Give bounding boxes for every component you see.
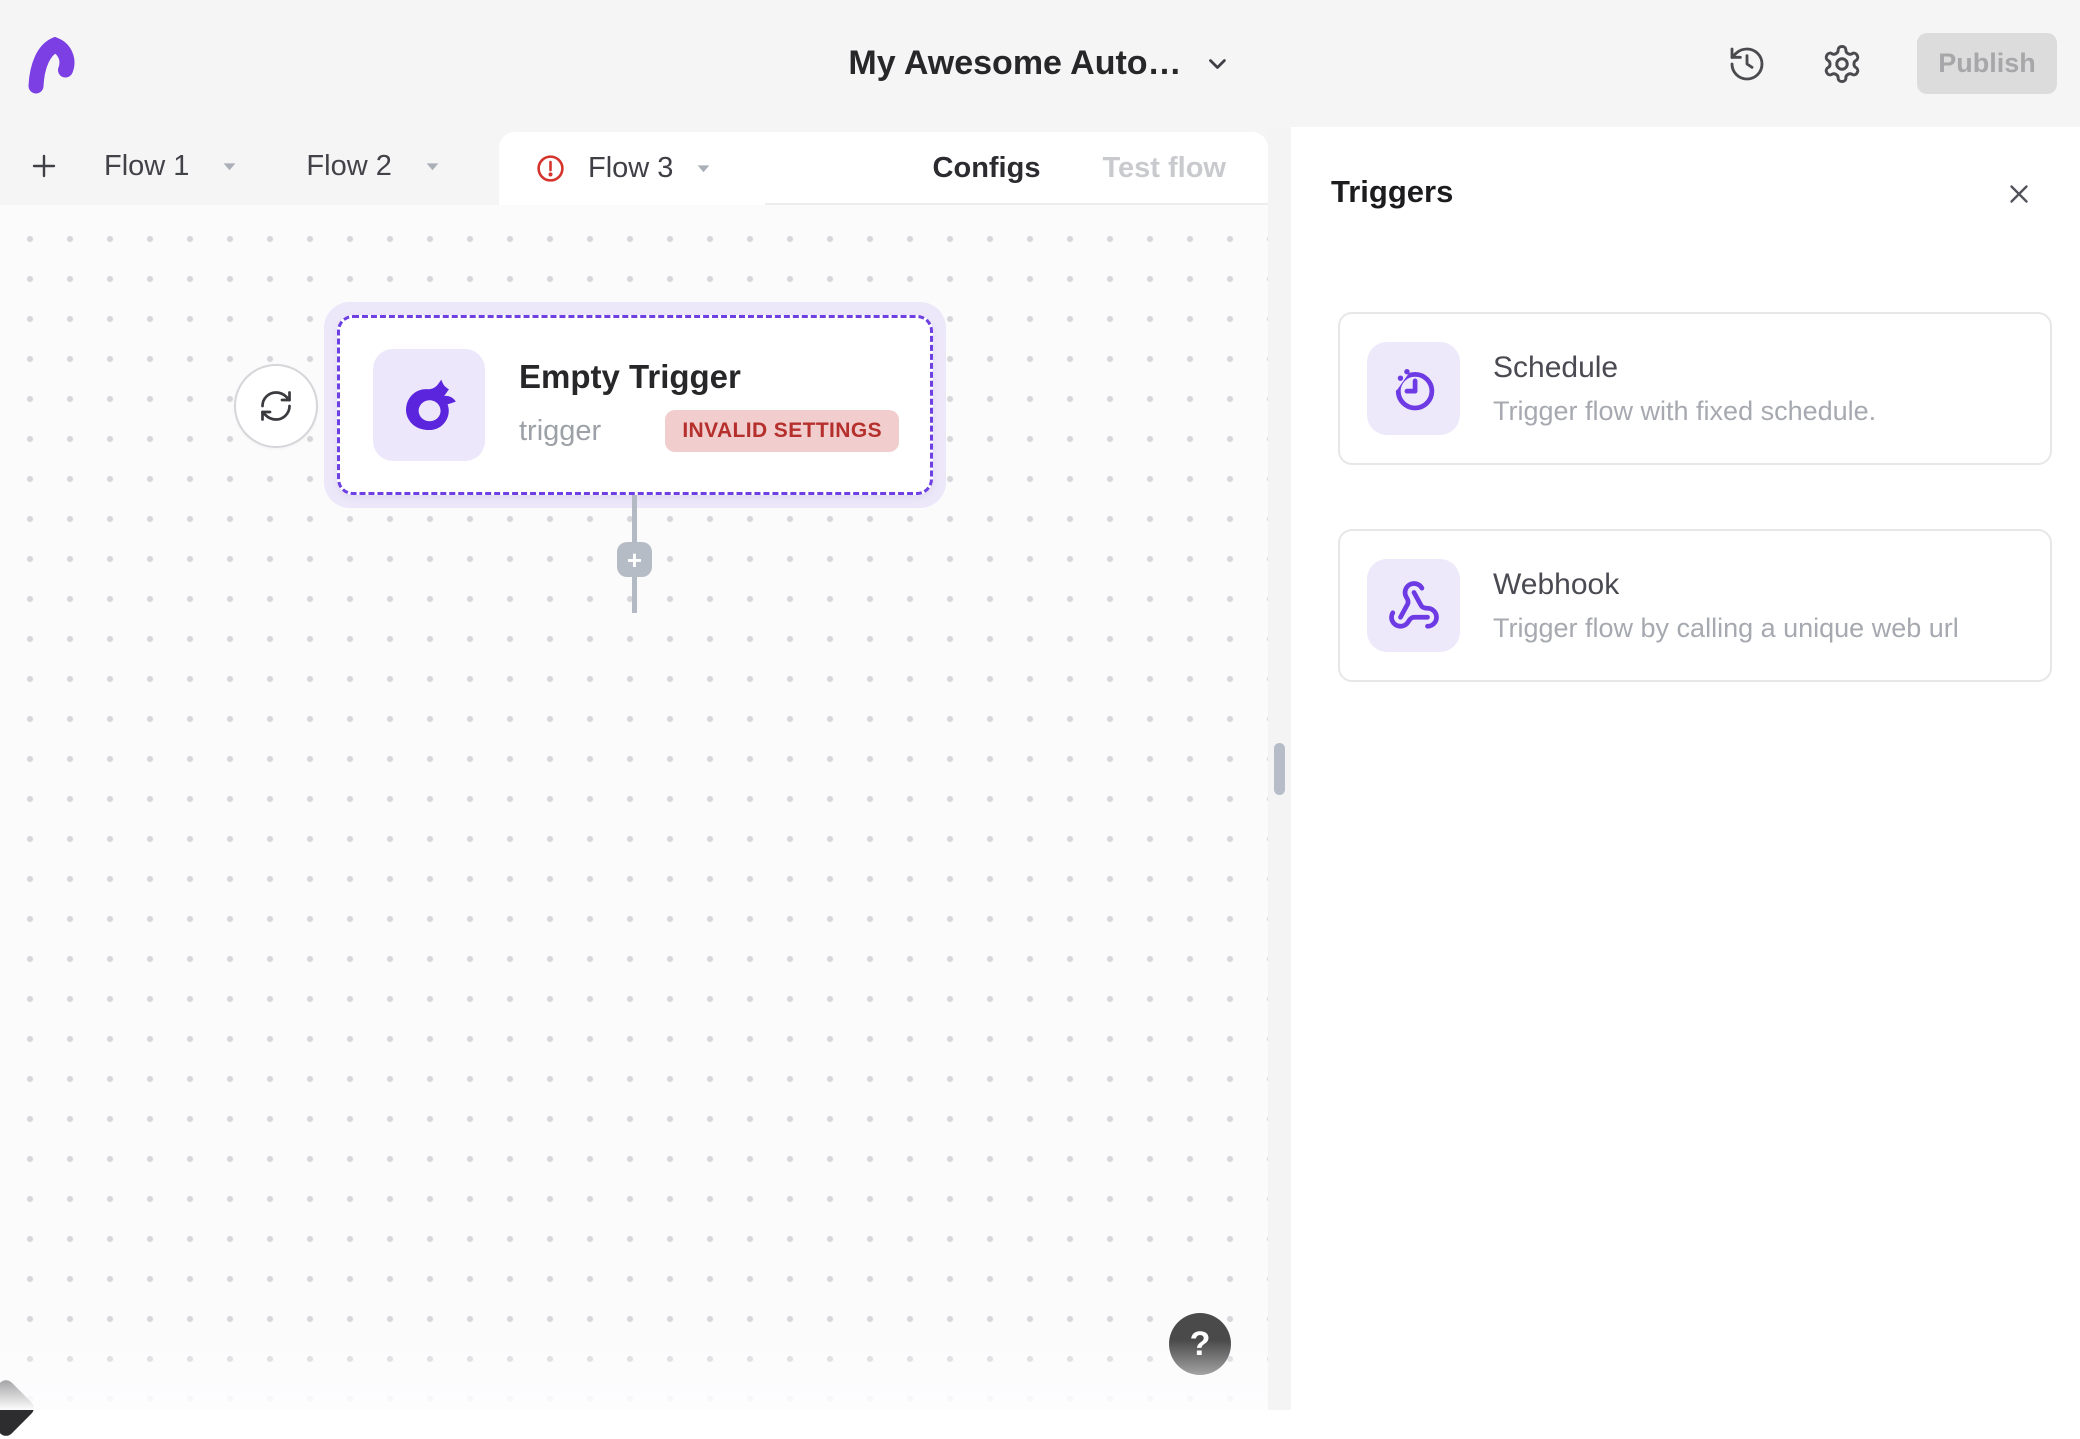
corner-widget-peek [0,1377,37,1439]
trigger-card-title: Webhook [1493,568,1959,602]
chevron-down-icon [1204,50,1232,78]
gear-icon [1821,43,1863,85]
tab-flow-1[interactable]: Flow 1 [70,127,272,205]
flow-title: My Awesome Auto… [848,44,1181,83]
trigger-card-title: Schedule [1493,351,1876,385]
schedule-icon-tile [1367,342,1460,435]
canvas-scrollbar-track [1268,127,1291,1410]
refresh-icon [258,388,294,424]
plus-icon [27,149,61,183]
canvas-scrollbar-thumb[interactable] [1274,743,1285,795]
invalid-warning-icon [535,153,566,184]
refresh-trigger-button[interactable] [234,364,318,448]
panel-title: Triggers [1331,174,1453,210]
publish-button[interactable]: Publish [1917,33,2057,94]
trigger-option-schedule[interactable]: Schedule Trigger flow with fixed schedul… [1338,312,2052,465]
triggers-panel: Triggers Schedule Trigger flow with fixe… [1291,127,2080,1410]
tab-test-flow[interactable]: Test flow [1102,152,1226,185]
flow-tab-bar: Flow 1 Flow 2 Flow 3 Configs Test flow [0,127,1268,205]
webhook-icon-tile [1367,559,1460,652]
trigger-card-description: Trigger flow by calling a unique web url [1493,613,1959,644]
trigger-node-subtitle: trigger [519,415,601,448]
chevron-down-icon[interactable] [424,160,441,173]
tab-flow-3[interactable]: Flow 3 [499,152,712,185]
tab-flow-2[interactable]: Flow 2 [272,127,474,205]
history-button[interactable] [1727,44,1767,84]
add-step-button[interactable]: + [617,542,652,577]
tab-configs[interactable]: Configs [933,152,1041,185]
flow-title-dropdown[interactable]: My Awesome Auto… [848,0,1231,127]
flame-icon [396,372,462,438]
webhook-icon [1387,579,1441,633]
history-icon [1727,44,1767,84]
clock-icon [1388,363,1440,415]
chevron-down-icon[interactable] [221,160,238,173]
invalid-settings-badge: INVALID SETTINGS [665,410,899,452]
trigger-card-description: Trigger flow with fixed schedule. [1493,396,1876,427]
tab-label: Flow 2 [306,150,391,183]
add-flow-button[interactable] [18,140,70,192]
close-icon [2004,179,2034,209]
app-header: My Awesome Auto… Publish [0,0,2080,127]
tab-label: Flow 1 [104,150,189,183]
settings-button[interactable] [1821,43,1863,85]
help-button[interactable]: ? [1169,1313,1231,1375]
trigger-option-webhook[interactable]: Webhook Trigger flow by calling a unique… [1338,529,2052,682]
trigger-node-icon-tile [373,349,485,461]
chevron-down-icon[interactable] [695,162,712,175]
tab-label: Flow 3 [588,152,673,185]
trigger-node-title: Empty Trigger [519,358,899,396]
flow-canvas[interactable]: Empty Trigger trigger INVALID SETTINGS +… [0,205,1268,1410]
close-panel-button[interactable] [2004,179,2034,209]
logo-icon [22,32,86,96]
trigger-node[interactable]: Empty Trigger trigger INVALID SETTINGS [337,315,933,495]
